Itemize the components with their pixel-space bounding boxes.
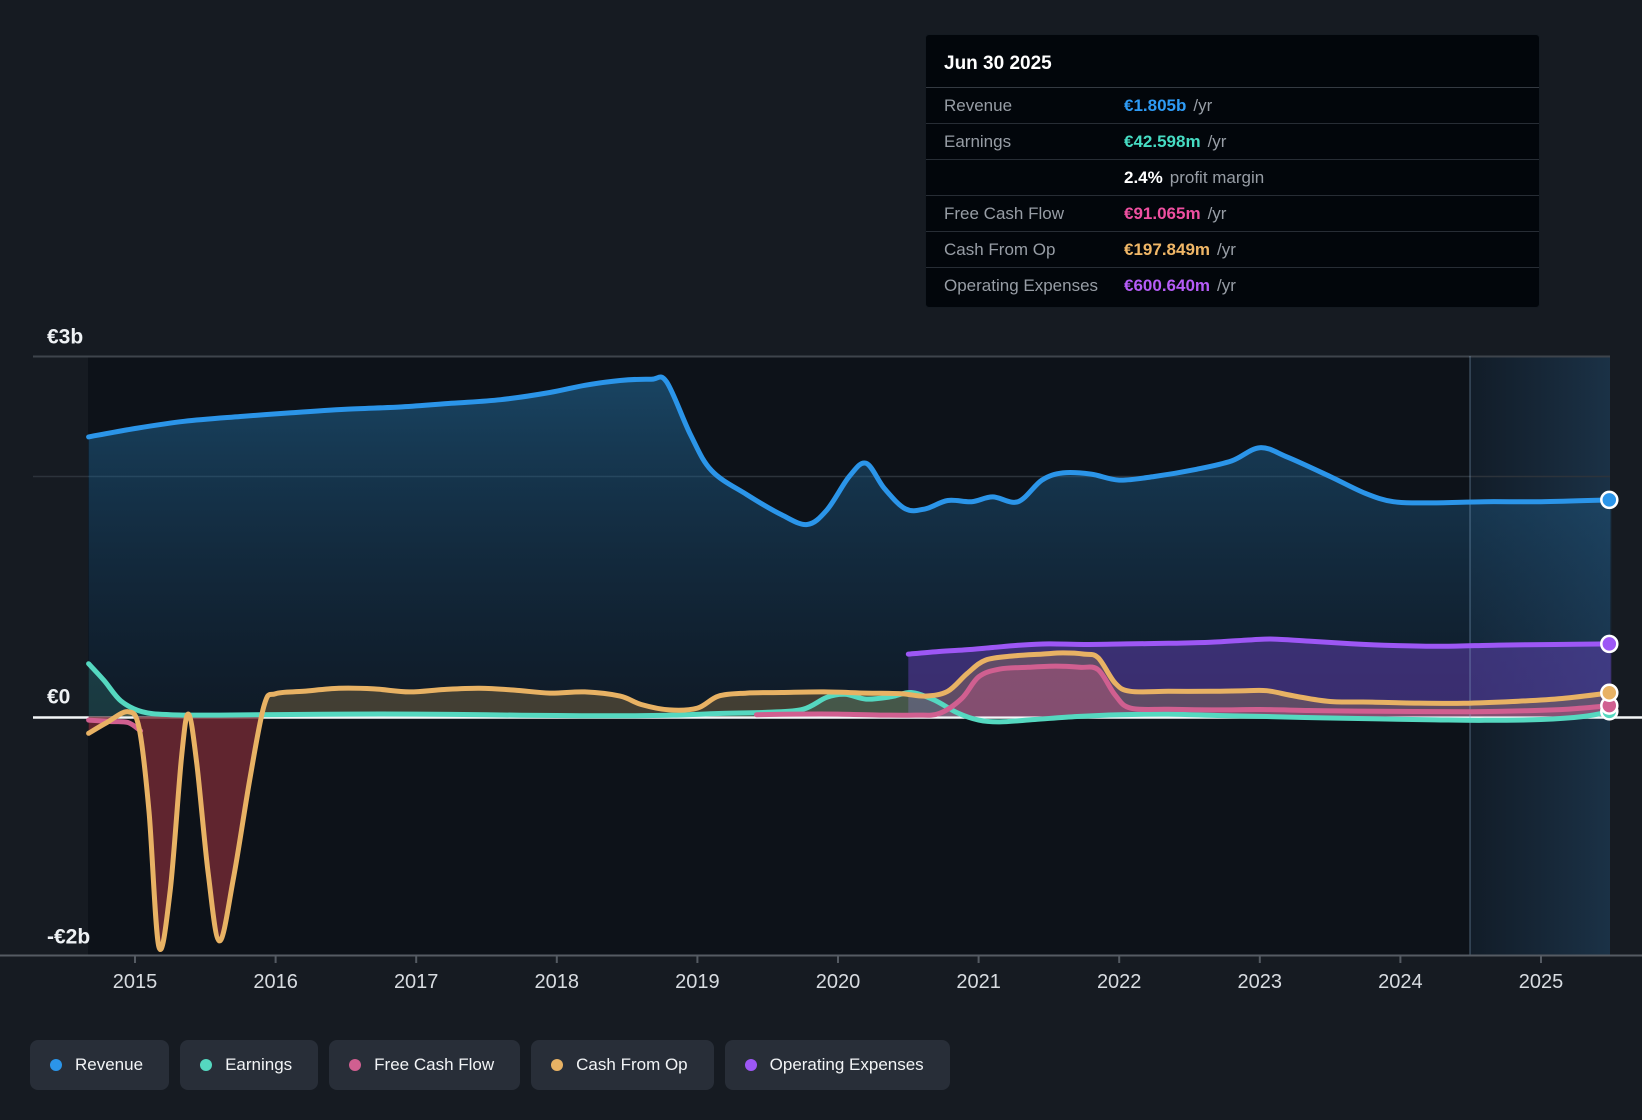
y-label-3b: €3b [47, 326, 83, 349]
tooltip-row-unit: /yr [1207, 131, 1227, 151]
legend-label: Earnings [225, 1055, 293, 1074]
opex-dot-icon [744, 1059, 757, 1071]
legend-label: Free Cash Flow [374, 1055, 495, 1074]
earnings-dot-icon [200, 1059, 213, 1071]
tooltip-row-value: €42.598m [1124, 131, 1201, 151]
tooltip-rows: Revenue €1.805b/yr Earnings €42.598m/yr 2.4%… [926, 88, 1539, 303]
tooltip-row-value: €600.640m [1124, 275, 1211, 295]
x-label-2024: 2024 [1378, 971, 1423, 993]
x-label-2019: 2019 [675, 971, 720, 993]
tooltip-row-unit: /yr [1217, 239, 1236, 259]
x-label-2020: 2020 [816, 971, 861, 993]
tooltip-row-label: Operating Expenses [944, 275, 1099, 295]
cfo-endpoint-dot [1600, 683, 1619, 702]
x-label-2015: 2015 [113, 971, 158, 993]
legend-revenue-button[interactable]: Revenue [30, 1040, 170, 1090]
tooltip-row-label: Revenue [944, 95, 1013, 115]
legend-cfo-button[interactable]: Cash From Op [531, 1040, 714, 1090]
legend-earnings-button[interactable]: Earnings [180, 1040, 319, 1090]
tooltip-row-opex: Operating Expenses €600.640m/yr [926, 268, 1539, 303]
legend-label: Cash From Op [576, 1055, 688, 1074]
legend-label: Revenue [75, 1055, 144, 1074]
y-label--2b: -€2b [47, 926, 90, 949]
tooltip-date: Jun 30 2025 [926, 45, 1539, 88]
tooltip-row-value: €1.805b [1124, 95, 1187, 115]
y-label-0b: €0 [47, 686, 70, 709]
tooltip-row-cfo: Cash From Op €197.849m/yr [926, 232, 1539, 268]
revenue-dot-icon [50, 1059, 62, 1071]
legend: Revenue Earnings Free Cash Flow Cash From O… [30, 1040, 950, 1090]
tooltip-row-value: €197.849m [1124, 239, 1211, 259]
x-label-2025: 2025 [1519, 971, 1564, 993]
tooltip-row-label: Cash From Op [944, 239, 1056, 259]
revenue-endpoint-dot [1600, 490, 1619, 510]
profit-margin-value: 2.4% [1124, 167, 1163, 187]
x-label-2022: 2022 [1097, 971, 1142, 993]
profit-margin-label: profit margin [1169, 167, 1265, 187]
opex-endpoint-dot [1600, 634, 1619, 654]
tooltip-row-label: Earnings [944, 131, 1012, 151]
fcf-dot-icon [349, 1059, 362, 1071]
x-label-2018: 2018 [535, 971, 580, 993]
tooltip-row-revenue: Revenue €1.805b/yr [926, 88, 1539, 124]
tooltip-row-earnings: Earnings €42.598m/yr [926, 124, 1539, 160]
tooltip-row-label: Free Cash Flow [944, 203, 1064, 223]
legend-label: Operating Expenses [769, 1055, 924, 1074]
x-label-2017: 2017 [394, 971, 439, 993]
legend-opex-button[interactable]: Operating Expenses [724, 1040, 950, 1090]
tooltip-panel: Jun 30 2025 Revenue €1.805b/yr Earnings €42… [925, 34, 1540, 308]
tooltip-row-profit-margin: 2.4% profit margin [926, 160, 1539, 196]
x-label-2023: 2023 [1238, 971, 1283, 993]
tooltip-row-fcf: Free Cash Flow €91.065m/yr [926, 196, 1539, 232]
tooltip-row-value: €91.065m [1124, 203, 1201, 223]
tooltip-row-unit: /yr [1207, 203, 1227, 223]
financial-history-chart: 2015 2016 2017 2018 2019 2020 2021 2022 2023 2024… [0, 0, 1642, 1120]
x-label-2021: 2021 [956, 971, 1001, 993]
cfo-dot-icon [551, 1059, 564, 1071]
x-label-2016: 2016 [253, 971, 298, 993]
legend-fcf-button[interactable]: Free Cash Flow [329, 1040, 521, 1090]
tooltip-row-unit: /yr [1193, 95, 1213, 115]
tooltip-row-unit: /yr [1217, 275, 1236, 295]
